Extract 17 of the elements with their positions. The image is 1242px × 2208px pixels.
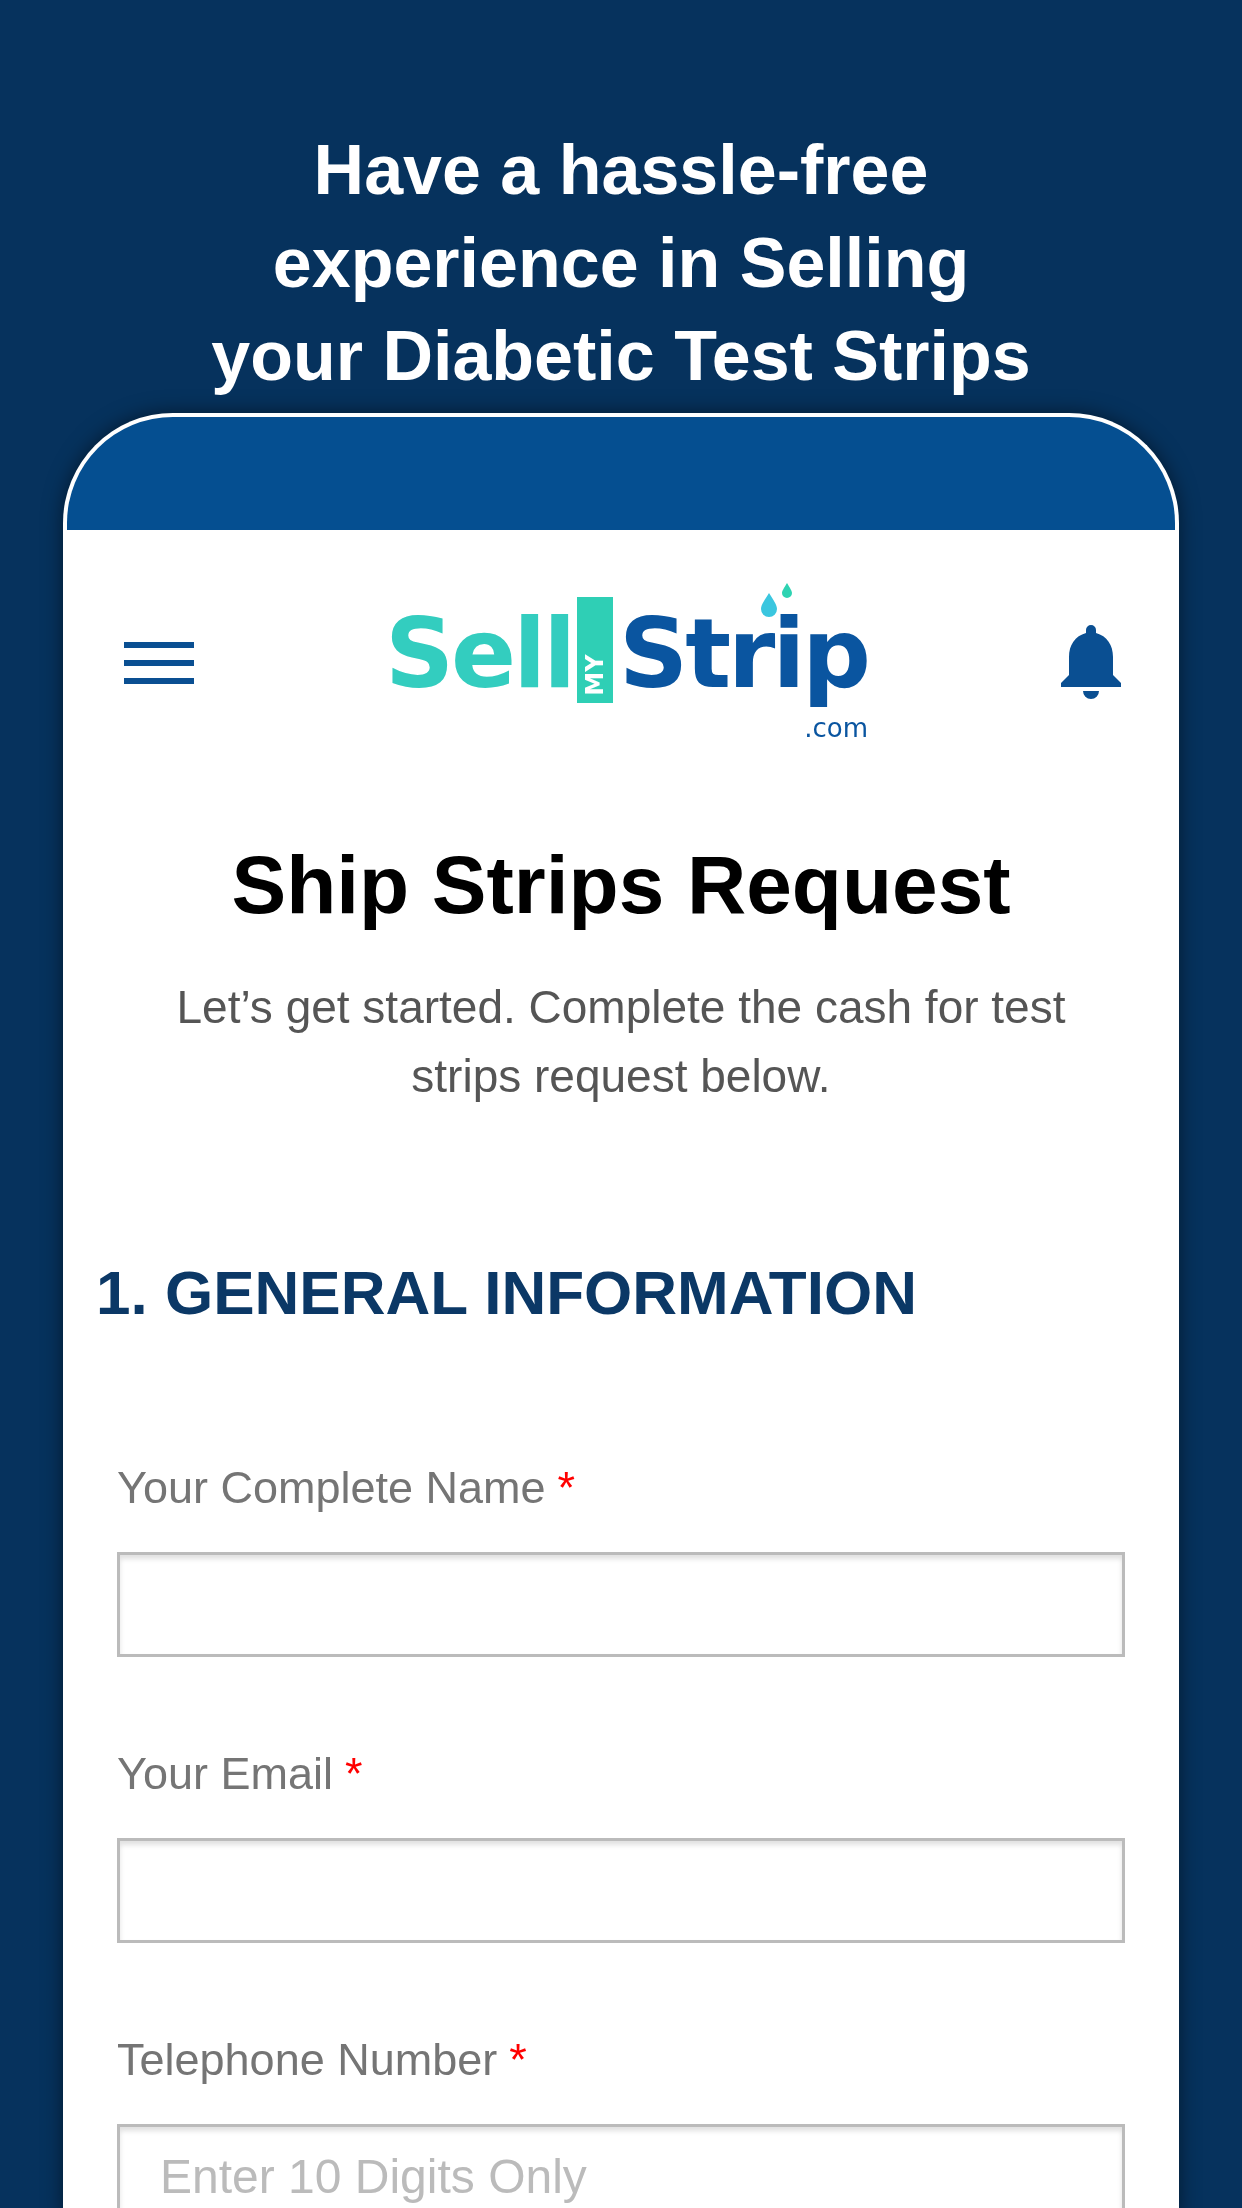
logo: Sell MY Strip .com bbox=[384, 582, 869, 743]
page-subtitle: Let’s get started. Complete the cash for test strips request below. bbox=[175, 980, 1067, 1104]
menu-icon[interactable] bbox=[124, 641, 194, 684]
input-field[interactable]: Enter 10 Digits Only bbox=[117, 2124, 1125, 2208]
required-marker: * bbox=[509, 2033, 527, 2087]
field-label: Telephone Number bbox=[117, 2033, 498, 2087]
input-field[interactable] bbox=[117, 1838, 1125, 1943]
input-field[interactable] bbox=[117, 1552, 1125, 1657]
headline-line: Have a hassle-free bbox=[312, 130, 930, 211]
required-marker: * bbox=[557, 1461, 576, 1515]
page-title: Ship Strips Request bbox=[230, 838, 1012, 932]
headline-line: your Diabetic Test Strips bbox=[210, 316, 1032, 397]
field-label: Your Complete Name bbox=[117, 1461, 546, 1515]
field-label: Your Email bbox=[117, 1747, 333, 1801]
headline-line: experience in Selling bbox=[271, 223, 971, 304]
section-heading: 1. GENERAL INFORMATION bbox=[96, 1257, 918, 1329]
required-marker: * bbox=[344, 1747, 363, 1801]
